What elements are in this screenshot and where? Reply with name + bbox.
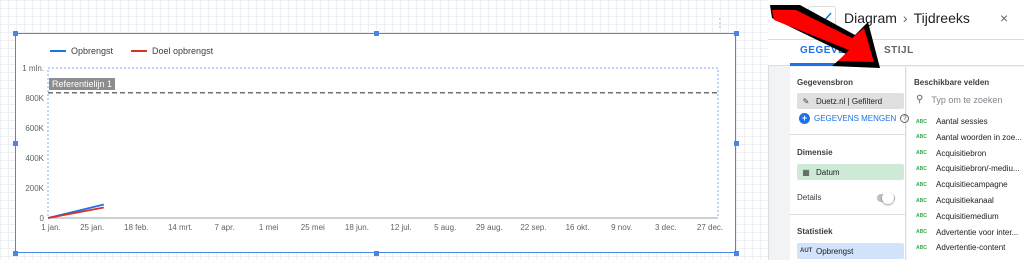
available-field-item[interactable]: ABC Advertentie-content <box>916 243 1005 252</box>
available-field-label: Acquisitiebron/-mediu... <box>936 164 1020 174</box>
y-tick-label: 0 <box>40 214 45 223</box>
blend-data-label: GEGEVENS MENGEN <box>814 114 897 123</box>
y-tick-label: 600K <box>25 124 44 133</box>
available-field-label: Acquisitiekanaal <box>936 196 994 205</box>
toggle-knob <box>882 192 894 204</box>
details-label: Details <box>797 193 822 202</box>
search-placeholder[interactable]: Typ om te zoeken <box>931 95 1002 105</box>
close-panel-icon[interactable]: × <box>1000 10 1008 26</box>
text-field-icon: ABC <box>916 165 927 172</box>
x-tick-label: 1 mei <box>259 223 279 232</box>
pencil-icon[interactable]: ✎ <box>800 97 812 106</box>
available-field-label: Acquisitiemedium <box>936 211 999 221</box>
data-source-name: Duetz.nl | Gefilterd <box>816 96 883 106</box>
field-search[interactable]: ⚲ Typ om te zoeken <box>916 94 1002 105</box>
available-fields-title: Beschikbare velden <box>914 78 990 87</box>
x-tick-label: 18 jun. <box>345 223 369 232</box>
text-field-icon: ABC <box>916 213 927 220</box>
text-field-icon: ABC <box>916 244 927 251</box>
details-toggle[interactable] <box>877 192 895 204</box>
metric-chip[interactable]: AUT Opbrengst <box>797 243 904 259</box>
annotation-arrow <box>770 5 880 68</box>
plot-border <box>47 67 719 219</box>
dimension-value: Datum <box>816 167 840 177</box>
data-source-chip[interactable]: ✎ Duetz.nl | Gefilterd <box>797 93 904 109</box>
blend-data-button[interactable]: + GEGEVENS MENGEN ? <box>799 113 910 124</box>
x-tick-label: 14 mrt. <box>168 223 193 232</box>
x-tick-label: 5 aug. <box>434 223 456 232</box>
text-field-icon: ABC <box>916 134 927 141</box>
metric-agg-icon: AUT <box>800 248 813 254</box>
metric-value: Opbrengst <box>816 246 854 256</box>
x-tick-label: 27 dec. <box>697 223 723 232</box>
y-tick-label: 800K <box>25 94 44 103</box>
x-tick-label: 3 dec. <box>655 223 677 232</box>
available-field-item[interactable]: ABC Acquisitiebron/-mediu... <box>916 164 1020 173</box>
x-tick-label: 7 apr. <box>215 223 235 232</box>
metrics-title: Statistiek <box>797 227 833 236</box>
x-tick-label: 25 jan. <box>80 223 104 232</box>
available-field-label: Aantal woorden in zoe... <box>936 132 1022 142</box>
available-field-label: Acquisitiecampagne <box>936 180 1008 190</box>
x-tick-label: 16 okt. <box>566 223 590 232</box>
chart-plot-area: 0 200K 400K 600K 800K 1 mln. 1 jan. 25 jan. 18 f… <box>22 64 723 232</box>
y-tick-label: 1 mln. <box>22 64 44 73</box>
available-field-item[interactable]: ABC Advertentie voor inter... <box>916 228 1018 237</box>
available-field-label: Acquisitiebron <box>936 148 987 158</box>
dimension-title: Dimensie <box>797 148 833 157</box>
x-tick-label: 22 sep. <box>520 223 546 232</box>
divider <box>790 214 906 215</box>
series-line-doel-opbrengst <box>47 206 104 219</box>
reference-line-label: Referentielijn 1 <box>49 78 116 90</box>
breadcrumb-current: Tijdreeks <box>913 10 970 26</box>
available-field-item[interactable]: ABC Acquisitiebron <box>916 149 986 158</box>
calendar-icon: ▦ <box>802 167 810 177</box>
breadcrumb-separator: › <box>902 10 908 26</box>
available-field-item[interactable]: ABC Acquisitiemedium <box>916 212 999 221</box>
y-tick-label: 200K <box>25 184 44 193</box>
add-icon: + <box>799 113 810 124</box>
y-tick-label: 400K <box>25 154 44 163</box>
x-tick-label: 29 aug. <box>476 223 503 232</box>
x-tick-label: 25 mei <box>301 223 325 232</box>
available-field-item[interactable]: ABC Aantal woorden in zoe... <box>916 133 1022 142</box>
x-tick-label: 18 feb. <box>124 223 148 232</box>
available-field-item[interactable]: ABC Aantal sessies <box>916 117 988 126</box>
x-tick-label: 12 jul. <box>390 223 411 232</box>
available-field-item[interactable]: ABC Acquisitiekanaal <box>916 196 994 205</box>
search-icon: ⚲ <box>916 94 924 105</box>
text-field-icon: ABC <box>916 150 927 157</box>
available-field-label: Aantal sessies <box>936 117 988 126</box>
available-field-item[interactable]: ABC Acquisitiecampagne <box>916 180 1008 189</box>
text-field-icon: ABC <box>916 229 927 236</box>
available-field-label: Advertentie voor inter... <box>936 227 1019 237</box>
text-field-icon: ABC <box>916 181 927 188</box>
text-field-icon: ABC <box>916 118 927 125</box>
text-field-icon: ABC <box>916 197 927 204</box>
help-icon[interactable]: ? <box>900 114 910 123</box>
x-tick-label: 1 jan. <box>41 223 61 232</box>
x-tick-label: 9 nov. <box>611 223 632 232</box>
dimension-chip[interactable]: ▦ Datum <box>797 164 904 180</box>
divider <box>790 134 906 135</box>
available-field-label: Advertentie-content <box>936 243 1006 253</box>
